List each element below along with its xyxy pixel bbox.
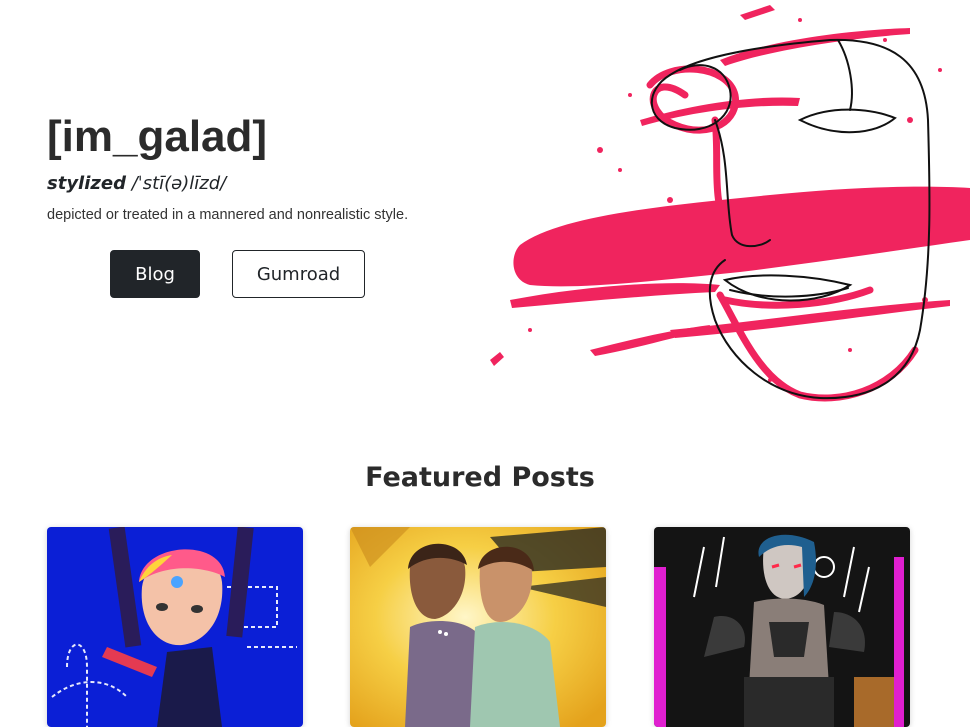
gumroad-button[interactable]: Gumroad [232,250,365,298]
definition-pronunciation: /ˈstī(ə)līzd/ [131,173,227,194]
featured-post-thumbnail [654,527,910,727]
definition-word: stylized [47,173,126,194]
featured-post-thumbnail [350,527,606,727]
hero-face-illustration [490,5,970,402]
featured-post-thumbnail [47,527,303,727]
definition: stylized /ˈstī(ə)līzd/ [47,172,226,196]
site-title: [im_galad] [47,112,268,161]
definition-meaning: depicted or treated in a mannered and no… [47,207,409,223]
featured-post-card[interactable] [350,527,606,727]
blog-button[interactable]: Blog [110,250,200,298]
featured-post-card[interactable] [47,527,303,727]
featured-post-card[interactable] [654,527,910,727]
featured-posts-heading: Featured Posts [365,462,595,493]
